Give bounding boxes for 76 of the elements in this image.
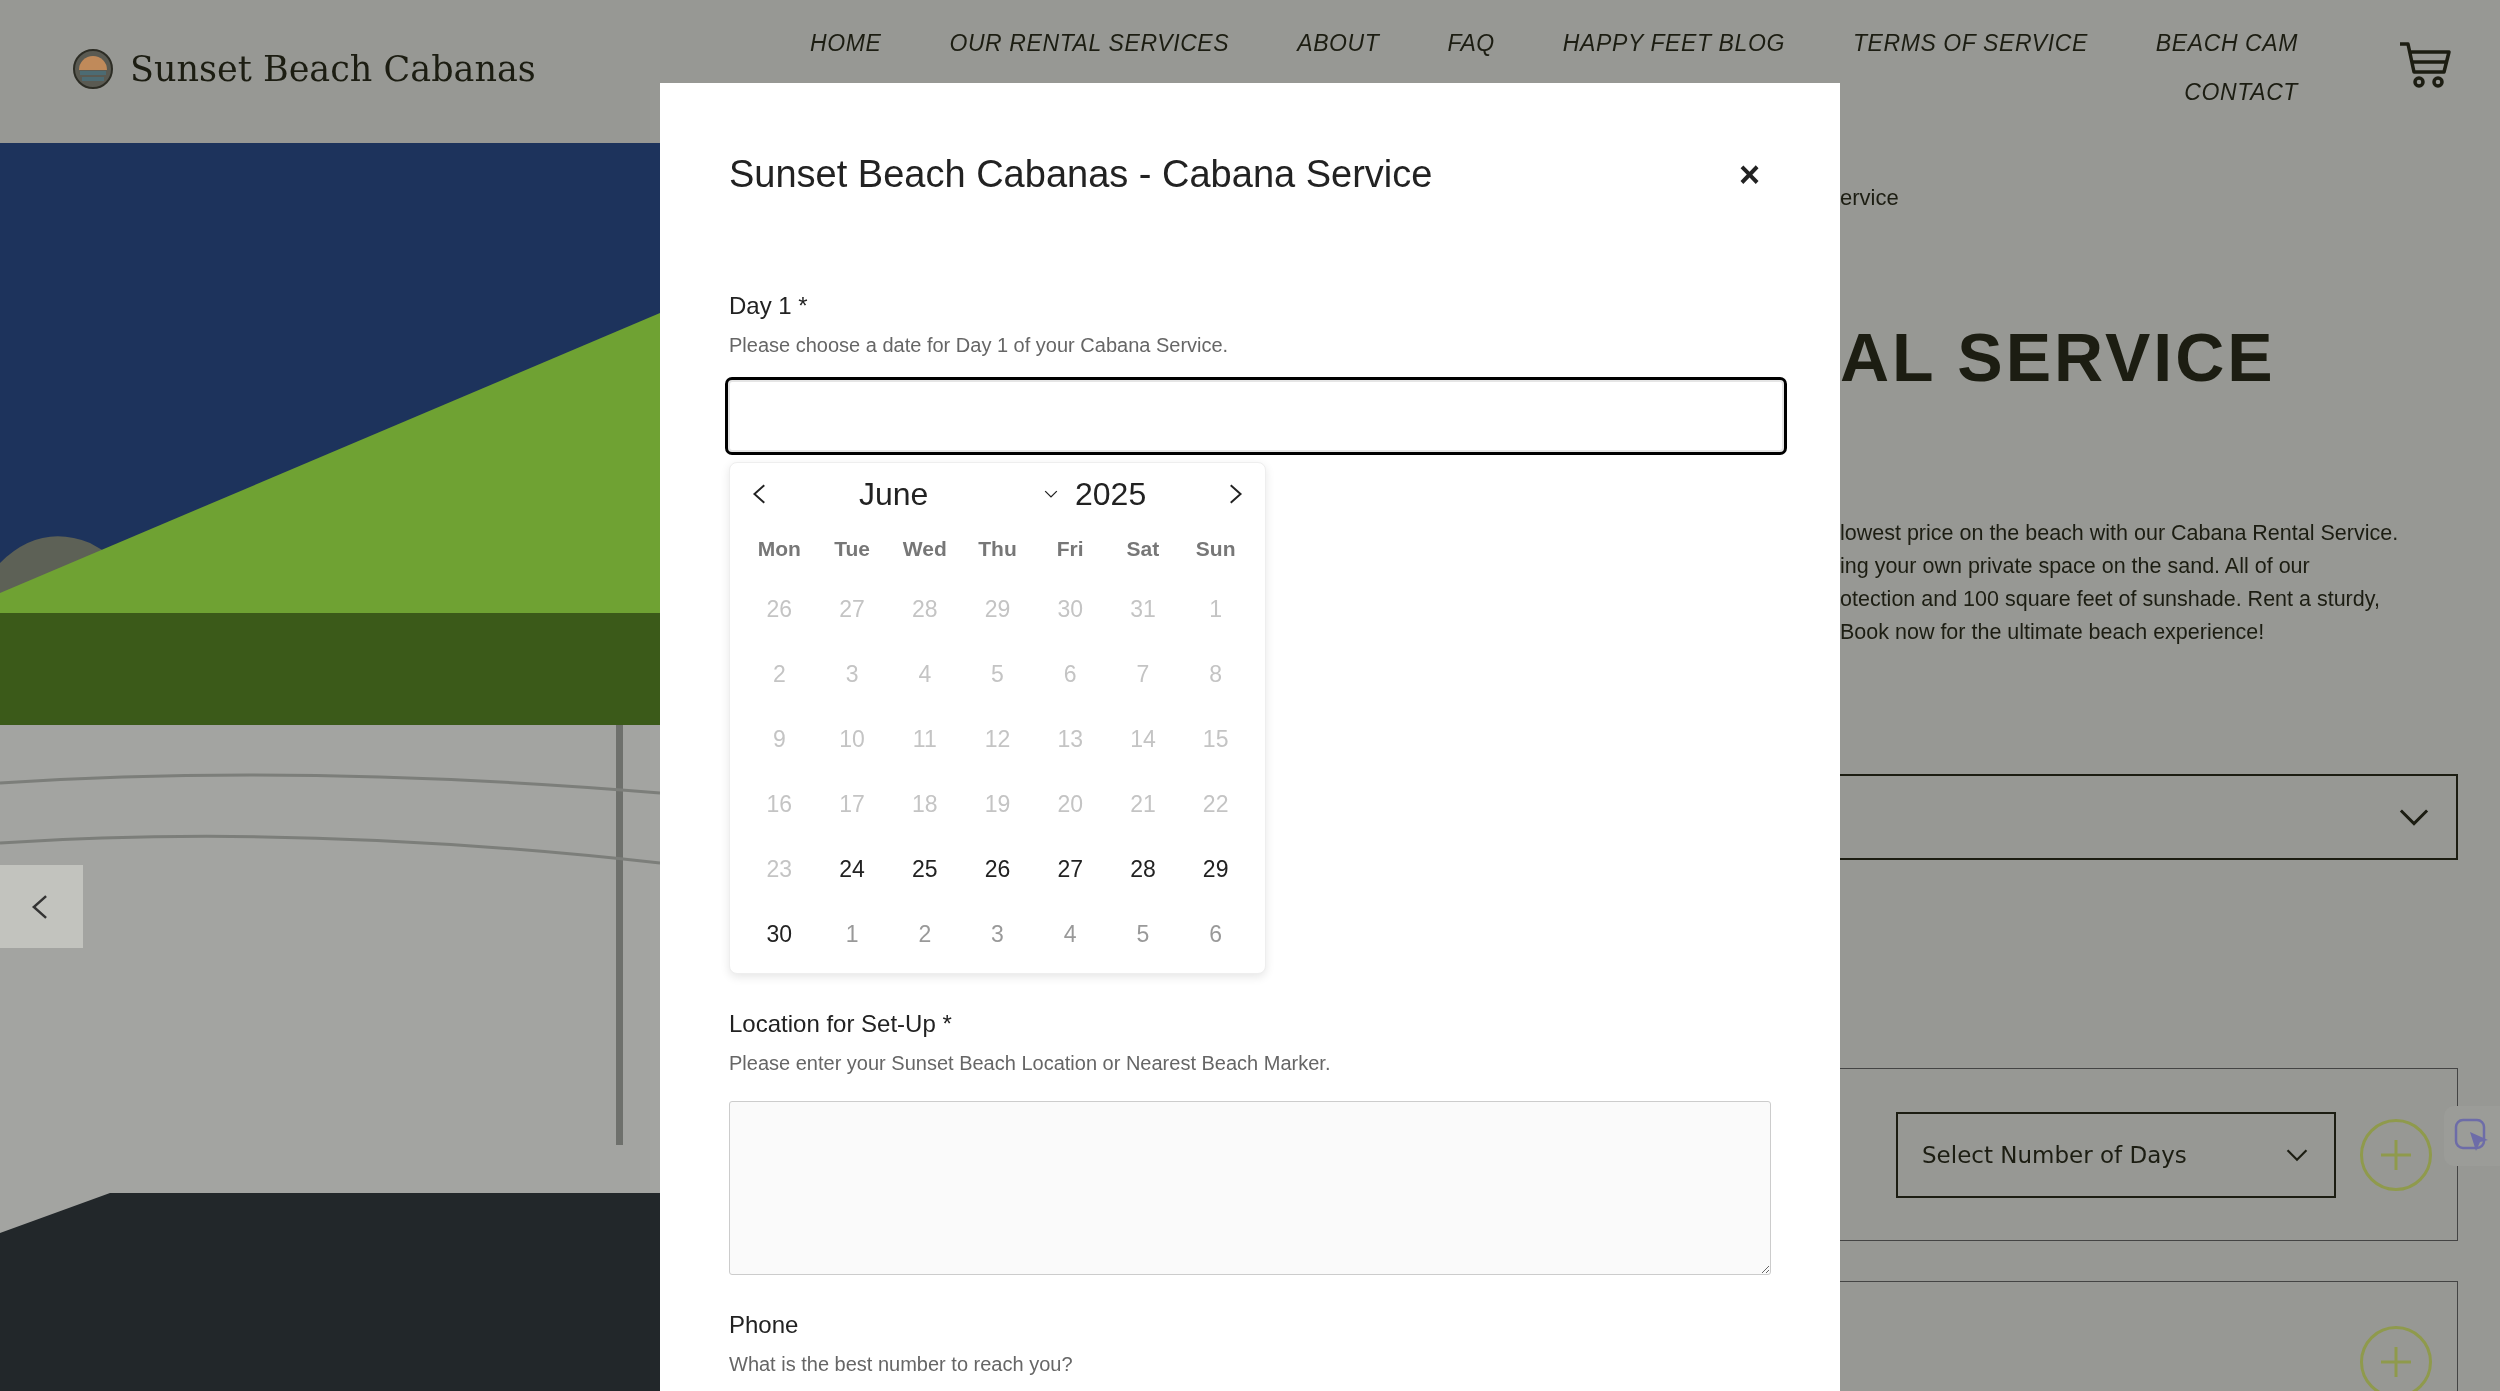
dialog-title: Sunset Beach Cabanas - Cabana Service bbox=[729, 153, 1433, 196]
calendar-day: 26 bbox=[743, 577, 816, 642]
calendar-day: 14 bbox=[1106, 707, 1180, 772]
year-field[interactable]: 2025 bbox=[1075, 475, 1216, 513]
calendar-day: 12 bbox=[961, 707, 1034, 772]
calendar-day: 29 bbox=[961, 577, 1034, 642]
nav-link[interactable]: FAQ bbox=[1447, 30, 1495, 57]
calendar-day[interactable]: 28 bbox=[1106, 837, 1180, 902]
nav-link[interactable]: HOME bbox=[810, 30, 882, 57]
calendar-day: 11 bbox=[888, 707, 962, 772]
calendar-day: 30 bbox=[1033, 577, 1107, 642]
description-text: ing your own private space on the sand. All of our bbox=[1840, 553, 2310, 580]
calendar-day: 4 bbox=[888, 642, 962, 707]
calendar-day: 16 bbox=[743, 772, 816, 837]
calendar-day: 20 bbox=[1033, 772, 1107, 837]
field-label: Phone bbox=[729, 1311, 799, 1339]
description-text: otection and 100 square feet of sunshade. Rent a sturdy, bbox=[1840, 586, 2380, 613]
calendar-day: 23 bbox=[743, 837, 816, 902]
calendar-day: 27 bbox=[815, 577, 889, 642]
calendar-day: 21 bbox=[1106, 772, 1180, 837]
nav-link[interactable]: ABOUT bbox=[1297, 30, 1380, 57]
field-hint: Please choose a date for Day 1 of your Cabana Service. bbox=[729, 334, 1229, 357]
calendar-day: 8 bbox=[1179, 642, 1252, 707]
weekday-label: Fri bbox=[1055, 536, 1085, 562]
days-select[interactable]: Select Number of Days bbox=[1896, 1111, 2336, 1198]
calendar-day: 1 bbox=[1179, 577, 1252, 642]
calendar-day: 28 bbox=[888, 577, 962, 642]
calendar-day: 15 bbox=[1179, 707, 1252, 772]
calendar-day: 10 bbox=[815, 707, 889, 772]
breadcrumb: ervice bbox=[1840, 185, 1899, 211]
calendar-day: 7 bbox=[1106, 642, 1180, 707]
plus-icon bbox=[2381, 1347, 2411, 1377]
logo-icon bbox=[72, 48, 114, 90]
calendar-day: 19 bbox=[961, 772, 1034, 837]
calendar-day: 22 bbox=[1179, 772, 1252, 837]
calendar-day: 17 bbox=[815, 772, 889, 837]
location-field[interactable] bbox=[729, 1101, 1771, 1275]
calendar-day: 3 bbox=[815, 642, 889, 707]
calendar-day: 5 bbox=[961, 642, 1034, 707]
nav-link[interactable]: TERMS OF SERVICE bbox=[1852, 30, 2088, 57]
weekday-label: Mon bbox=[756, 536, 802, 562]
calendar-day: 9 bbox=[743, 707, 816, 772]
weekday-label: Sun bbox=[1194, 536, 1237, 562]
weekday-label: Thu bbox=[977, 536, 1018, 562]
nav-link[interactable]: OUR RENTAL SERVICES bbox=[949, 30, 1230, 57]
field-label: Day 1 * bbox=[729, 292, 808, 320]
plus-icon bbox=[2381, 1139, 2411, 1170]
field-label: Location for Set-Up * bbox=[729, 1010, 952, 1038]
calendar-day[interactable]: 27 bbox=[1033, 837, 1107, 902]
calendar-day[interactable]: 26 bbox=[961, 837, 1034, 902]
calendar-day[interactable]: 24 bbox=[815, 837, 889, 902]
nav-link[interactable]: BEACH CAM bbox=[2155, 30, 2298, 57]
weekday-label: Wed bbox=[901, 536, 948, 562]
field-hint: Please enter your Sunset Beach Location or Nearest Beach Marker. bbox=[729, 1052, 1331, 1075]
calendar-day: 13 bbox=[1033, 707, 1107, 772]
description-text: lowest price on the beach with our Cabana Rental Service. bbox=[1840, 520, 2399, 547]
cart-icon[interactable] bbox=[2398, 40, 2452, 90]
calendar-day[interactable]: 25 bbox=[888, 837, 962, 902]
nav-link[interactable]: HAPPY FEET BLOG bbox=[1562, 30, 1785, 57]
nav-link[interactable]: CONTACT bbox=[2184, 79, 2298, 106]
calendar-day[interactable]: 30 bbox=[743, 902, 816, 967]
page-heading: AL SERVICE bbox=[1840, 323, 2276, 391]
field-hint: What is the best number to reach you? bbox=[729, 1353, 1073, 1376]
calendar-day: 18 bbox=[888, 772, 962, 837]
calendar-day: 2 bbox=[743, 642, 816, 707]
close-button[interactable]: × bbox=[1738, 153, 1772, 196]
weekday-label: Sat bbox=[1125, 536, 1161, 562]
month-select[interactable]: June bbox=[859, 475, 1059, 513]
weekday-label: Tue bbox=[833, 536, 871, 562]
logo-text[interactable]: Sunset Beach Cabanas bbox=[130, 49, 536, 89]
dropdown[interactable] bbox=[1840, 774, 2458, 860]
calendar-day: 31 bbox=[1106, 577, 1180, 642]
calendar-day: 6 bbox=[1033, 642, 1107, 707]
calendar-day[interactable]: 29 bbox=[1179, 837, 1252, 902]
date-field[interactable] bbox=[725, 377, 1787, 455]
description-text: Book now for the ultimate beach experience! bbox=[1840, 619, 2265, 646]
